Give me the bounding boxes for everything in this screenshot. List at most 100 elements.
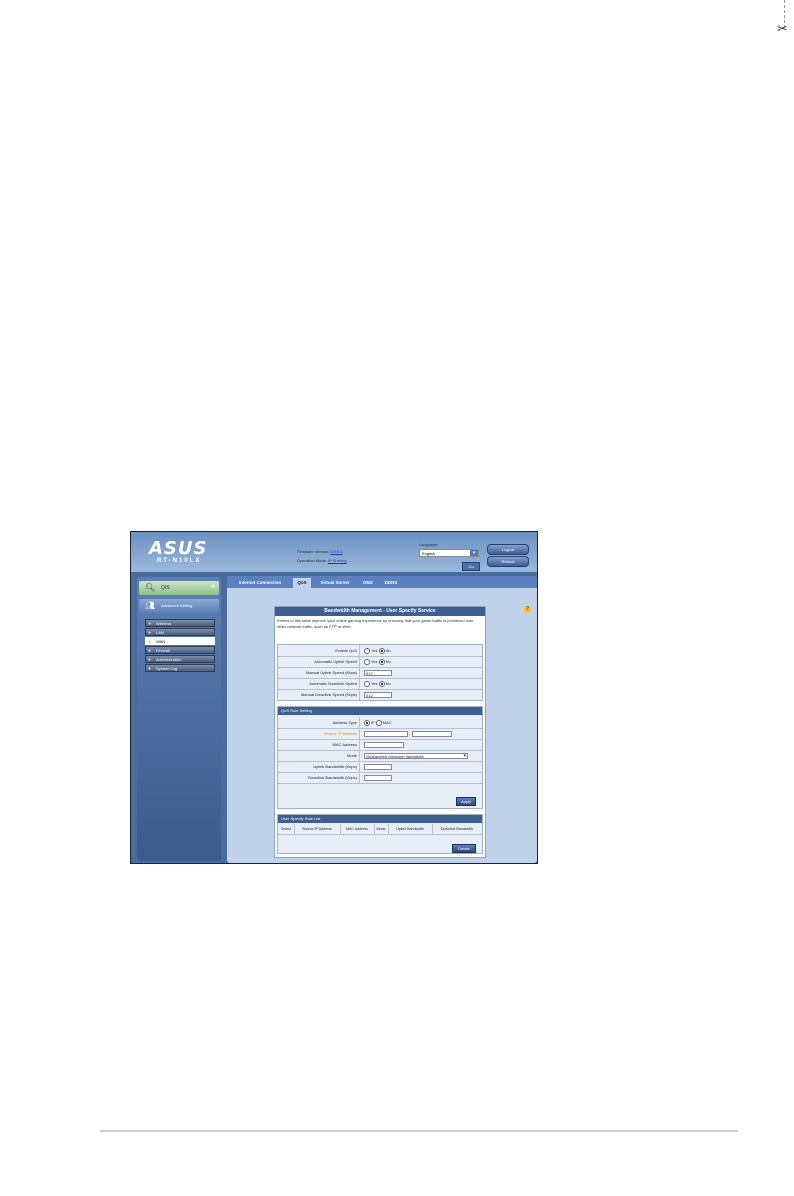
address-type-mac-radio[interactable]: [375, 719, 382, 726]
column-header: Mode: [374, 824, 389, 834]
bullet-icon: ●: [148, 639, 152, 645]
firmware-link[interactable]: 3.0.0.1: [330, 549, 342, 554]
uplink-bandwidth-input[interactable]: [364, 763, 392, 770]
arrow-right-icon: ➜: [209, 584, 215, 590]
qos-settings: Enable QoS Yes No Automatic Uplink Speed…: [277, 644, 483, 701]
bullet-icon: ●: [148, 666, 152, 672]
router-screenshot: ASUS RT-N10LX Firmware Version: 3.0.0.1 …: [130, 531, 538, 864]
column-header: Uplink Bandwidth: [388, 824, 433, 834]
apply-button[interactable]: Apply: [456, 797, 476, 806]
downlink-bandwidth-row: Downlink Bandwidth (Kbps): [278, 772, 482, 784]
sidebar-item-label: Wireless: [156, 621, 172, 626]
user-specify-rule-list: User Specify Rule List Select Source IP …: [277, 814, 483, 854]
enable-qos-yes-radio[interactable]: [364, 647, 370, 654]
scissors-icon: ✂: [777, 22, 788, 37]
sidebar-qis[interactable]: 🔍︎ QIS ➜: [139, 581, 219, 595]
sidebar: 🔍︎ QIS ➜ 👥︎ Advanced Setting ● Wireless ●…: [137, 577, 221, 861]
enable-qos-radios: Yes No: [364, 645, 391, 656]
sidebar-item-system-log[interactable]: ● System Log: [145, 664, 215, 672]
tab-virtual-server[interactable]: Virtual Server: [313, 578, 357, 588]
tab-dmz[interactable]: DMZ: [359, 578, 377, 588]
language-label: Language:: [419, 542, 438, 547]
sidebar-item-administration[interactable]: ● Administration: [145, 655, 215, 663]
radio-label: Yes: [371, 681, 378, 686]
sidebar-item-label: LAN: [156, 630, 164, 635]
range-separator: -: [409, 731, 411, 736]
auto-downlink-no-radio[interactable]: [378, 680, 385, 687]
bullet-icon: ●: [148, 630, 152, 636]
router-header: ASUS RT-N10LX Firmware Version: 3.0.0.1 …: [131, 532, 537, 572]
rule-setting-header: QoS Rule Setting: [278, 707, 482, 715]
field-label: Mode: [278, 750, 360, 761]
help-icon[interactable]: ?: [524, 606, 531, 613]
source-ip-end-input[interactable]: [411, 730, 452, 737]
field-label: Source IP Address: [278, 728, 360, 739]
column-header: Select: [278, 824, 295, 834]
field-label: Automatic Uplink Speed: [278, 656, 360, 667]
field-label: MAC Address: [278, 739, 360, 750]
field-label: Downlink Bandwidth (Kbps): [278, 772, 360, 783]
mode-select[interactable]: Guaranteed minimum bandwidth ▾: [364, 752, 468, 759]
chevron-down-icon[interactable]: ▾: [470, 550, 478, 556]
field-label: Automatic Downlink Speed: [278, 678, 360, 689]
radio-label: No: [385, 659, 391, 664]
sidebar-item-wan[interactable]: ● WAN: [145, 637, 215, 645]
language-value: English: [422, 551, 436, 556]
downlink-bandwidth-input[interactable]: [364, 774, 392, 781]
language-select[interactable]: English ▾: [419, 549, 479, 557]
radio-label: MAC: [382, 720, 392, 725]
asus-logo: ASUS: [149, 538, 208, 559]
rule-list-header: User Specify Rule List: [278, 815, 482, 823]
sidebar-advanced-setting[interactable]: 👥︎ Advanced Setting: [139, 599, 219, 613]
radio-label: Yes: [371, 648, 378, 653]
column-header: Source IP Address: [294, 824, 341, 834]
footer-rule: [100, 1130, 738, 1132]
mac-address-input[interactable]: [364, 741, 404, 748]
rule-list-columns: Select Source IP Address MAC Address Mod…: [278, 824, 482, 835]
field-label: Uplink Bandwidth (Kbps): [278, 761, 360, 772]
model-name: RT-N10LX: [157, 558, 202, 564]
manual-uplink-input[interactable]: 512: [364, 669, 392, 676]
bullet-icon: ●: [148, 621, 152, 627]
radio-label: IP: [371, 720, 375, 725]
language-go-button[interactable]: Go: [462, 562, 480, 571]
users-icon: 👥︎: [145, 601, 156, 610]
main-content: Internet Connection QoS Virtual Server D…: [227, 576, 537, 863]
reboot-button[interactable]: Reboot: [487, 556, 529, 567]
firmware-info: Firmware Version: 3.0.0.1: [297, 549, 343, 554]
panel-description: Entries in this table improve your onlin…: [277, 618, 474, 629]
auto-uplink-yes-radio[interactable]: [364, 658, 370, 665]
sidebar-item-lan[interactable]: ● LAN: [145, 628, 215, 636]
qos-panel: Bandwidth Management - User Specify Serv…: [274, 606, 486, 858]
auto-uplink-no-radio[interactable]: [378, 658, 385, 665]
chevron-down-icon[interactable]: ▾: [463, 753, 466, 759]
sidebar-item-label: System Log: [156, 666, 178, 671]
field-label: Address Type: [278, 717, 360, 728]
sidebar-item-wireless[interactable]: ● Wireless: [145, 619, 215, 627]
logout-button[interactable]: Logout: [487, 544, 529, 555]
sidebar-item-firewall[interactable]: ● Firewall: [145, 646, 215, 654]
column-header: MAC Address: [340, 824, 375, 834]
opmode-info: Operation Mode: IP Sharing: [297, 558, 347, 563]
field-label: Manual Downlink Speed (Kbps): [278, 689, 360, 700]
radio-label: No: [385, 648, 391, 653]
advanced-label: Advanced Setting: [161, 603, 193, 608]
mode-value: Guaranteed minimum bandwidth: [366, 753, 424, 759]
tab-ddns[interactable]: DDNS: [379, 578, 403, 588]
opmode-link[interactable]: IP Sharing: [328, 558, 347, 563]
tab-internet-connection[interactable]: Internet Connection: [229, 578, 291, 588]
auto-downlink-radios: Yes No: [364, 678, 391, 689]
magnifier-icon: 🔍︎: [145, 583, 156, 592]
auto-uplink-radios: Yes No: [364, 656, 391, 667]
delete-button[interactable]: Delete: [452, 844, 476, 853]
tab-qos[interactable]: QoS: [293, 578, 311, 588]
manual-downlink-input[interactable]: 512: [364, 691, 392, 698]
auto-downlink-yes-radio[interactable]: [364, 680, 370, 687]
tab-bar: Internet Connection QoS Virtual Server D…: [227, 576, 537, 588]
enable-qos-no-radio[interactable]: [378, 647, 385, 654]
address-type-ip-radio[interactable]: [364, 719, 370, 726]
panel-title: Bandwidth Management - User Specify Serv…: [275, 607, 485, 616]
bullet-icon: ●: [148, 657, 152, 663]
source-ip-start-input[interactable]: [364, 730, 408, 737]
bullet-icon: ●: [148, 648, 152, 654]
